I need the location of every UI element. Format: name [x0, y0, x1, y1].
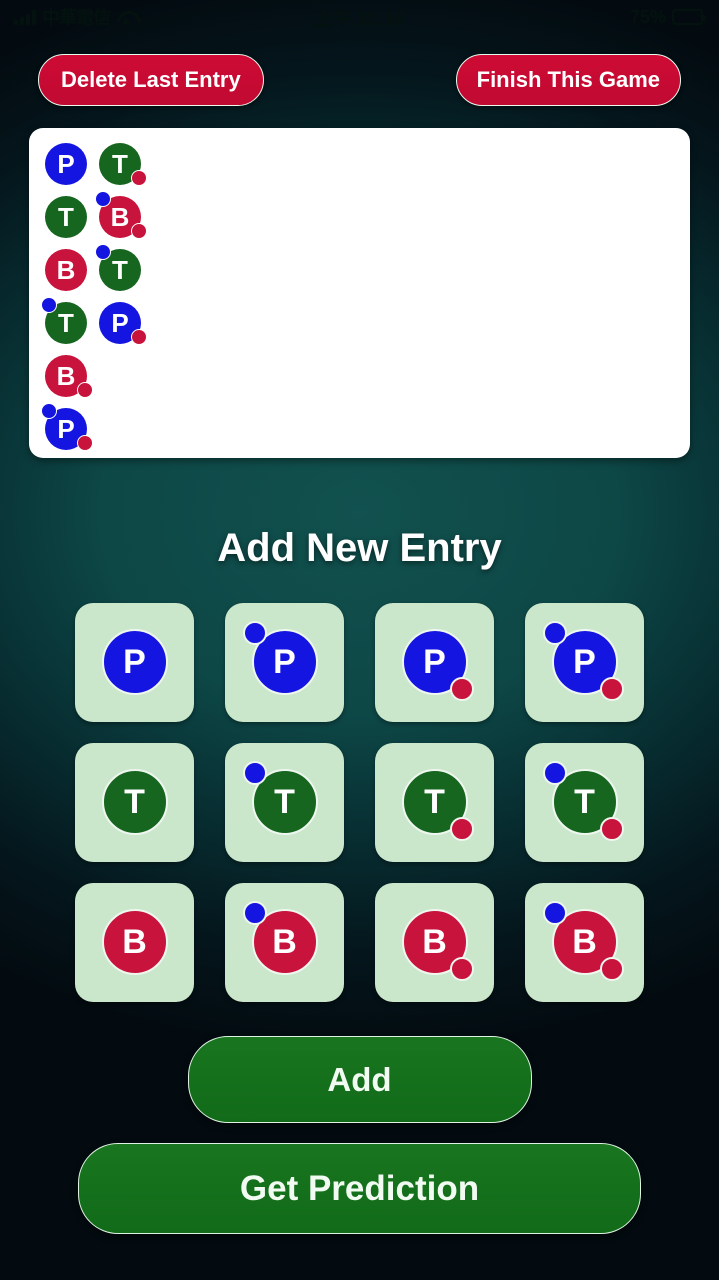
token-letter: T — [45, 196, 87, 238]
option-t-button[interactable]: T — [74, 743, 194, 862]
red-dot-icon — [449, 817, 474, 841]
battery-icon — [672, 9, 706, 25]
entry-row: P — [35, 403, 684, 456]
option-p-blue-red-button[interactable]: P — [524, 603, 644, 722]
delete-last-entry-button[interactable]: Delete Last Entry — [38, 54, 264, 106]
red-dot-icon — [599, 817, 624, 841]
entry-token-b: B — [41, 350, 95, 403]
option-p-button[interactable]: P — [74, 603, 194, 722]
option-letter: T — [101, 769, 168, 835]
entry-token-t: T — [95, 138, 149, 191]
option-letter: P — [101, 629, 168, 695]
entry-token-t: T — [41, 297, 95, 350]
red-dot-icon — [77, 435, 93, 451]
entry-row: B — [35, 350, 684, 403]
entries-list[interactable]: PTTBBTTPBP — [29, 128, 690, 458]
get-prediction-button[interactable]: Get Prediction — [78, 1143, 641, 1234]
option-t-blue-red-button[interactable]: T — [524, 743, 644, 862]
blue-dot-icon — [95, 191, 111, 207]
option-p-red-button[interactable]: P — [374, 603, 494, 722]
blue-dot-icon — [542, 761, 567, 785]
option-t-red-button[interactable]: T — [374, 743, 494, 862]
blue-dot-icon — [41, 403, 57, 419]
top-toolbar: Delete Last Entry Finish This Game — [0, 34, 719, 106]
wifi-icon — [116, 10, 136, 25]
entry-token-p: P — [41, 403, 95, 456]
blue-dot-icon — [41, 297, 57, 313]
red-dot-icon — [131, 223, 147, 239]
blue-dot-icon — [542, 901, 567, 925]
add-button[interactable]: Add — [187, 1036, 532, 1123]
status-bar: 中華電信 上午 11:18 75% — [0, 0, 719, 34]
option-t-blue-button[interactable]: T — [224, 743, 344, 862]
entry-token-t: T — [95, 244, 149, 297]
cellular-signal-icon — [14, 9, 36, 25]
blue-dot-icon — [242, 761, 267, 785]
option-p-blue-button[interactable]: P — [224, 603, 344, 722]
entry-options-grid: PPPPTTTTBBBB — [74, 603, 645, 1002]
entry-token-t: T — [41, 191, 95, 244]
red-dot-icon — [449, 957, 474, 981]
entry-row: BT — [35, 244, 684, 297]
option-b-red-button[interactable]: B — [374, 883, 494, 1002]
red-dot-icon — [599, 677, 624, 701]
finish-this-game-button[interactable]: Finish This Game — [455, 54, 681, 106]
entry-row: PT — [35, 138, 684, 191]
status-bar-right: 75% — [629, 6, 706, 28]
red-dot-icon — [131, 170, 147, 186]
red-dot-icon — [77, 382, 93, 398]
entry-token-p: P — [41, 138, 95, 191]
red-dot-icon — [599, 957, 624, 981]
red-dot-icon — [449, 677, 474, 701]
battery-percent-label: 75% — [629, 6, 666, 27]
entry-token-b: B — [41, 244, 95, 297]
token-letter: P — [45, 143, 87, 185]
entry-token-p: P — [95, 297, 149, 350]
status-bar-left: 中華電信 — [14, 4, 136, 30]
entry-row: TP — [35, 297, 684, 350]
option-b-blue-button[interactable]: B — [224, 883, 344, 1002]
blue-dot-icon — [95, 244, 111, 260]
option-letter: B — [101, 909, 168, 975]
red-dot-icon — [131, 329, 147, 345]
blue-dot-icon — [242, 621, 267, 645]
option-b-blue-red-button[interactable]: B — [524, 883, 644, 1002]
blue-dot-icon — [542, 621, 567, 645]
token-letter: B — [45, 249, 87, 291]
page-title: Add New Entry — [217, 526, 502, 570]
entry-token-b: B — [95, 191, 149, 244]
blue-dot-icon — [242, 901, 267, 925]
option-b-button[interactable]: B — [74, 883, 194, 1002]
carrier-label: 中華電信 — [42, 8, 111, 28]
entry-row: TB — [35, 191, 684, 244]
